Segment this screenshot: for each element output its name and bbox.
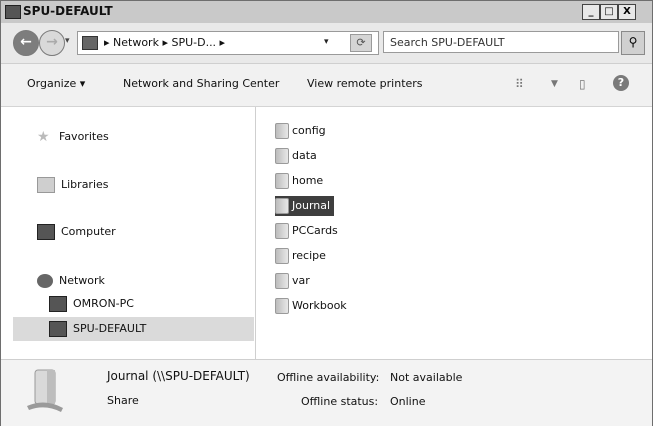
view-remote-printers-button[interactable]: View remote printers [307,77,423,90]
file-name: recipe [292,249,326,262]
offline-status-label: Offline status: [301,395,379,408]
nav-item-spu-default[interactable]: SPU-DEFAULT [49,319,146,339]
nav-item-favorites[interactable]: ★ Favorites [37,127,109,147]
network-computer-icon [82,36,98,50]
list-item[interactable]: recipe [275,246,326,266]
shared-folder-icon [27,369,63,412]
shared-folder-icon [275,273,289,289]
list-item[interactable]: config [275,121,326,141]
network-icon [37,274,53,288]
network-computer-icon [49,296,67,312]
shared-folder-icon [275,248,289,264]
list-item[interactable]: Workbook [275,296,347,316]
network-computer-icon [49,321,67,337]
nav-item-computer[interactable]: Computer [37,222,116,242]
back-button[interactable]: ← [13,30,39,56]
search-button[interactable]: ⚲ [621,31,645,55]
shared-folder-icon [275,173,289,189]
nav-item-libraries[interactable]: Libraries [37,175,109,195]
details-item-name: Journal (\\SPU-DEFAULT) [107,369,250,383]
nav-item-omron-pc[interactable]: OMRON-PC [49,294,134,314]
file-name: config [292,124,326,137]
file-name: PCCards [292,224,338,237]
file-name: Workbook [292,299,347,312]
nav-label: Network [59,274,105,287]
view-grid-icon: ⠿ [515,77,524,91]
offline-availability-label: Offline availability: [277,371,380,384]
preview-pane-icon: ▯ [579,77,586,91]
address-history-dropdown[interactable]: ▾ [324,37,329,47]
back-arrow-icon: ← [20,34,32,50]
details-pane: Journal (\\SPU-DEFAULT) Share Offline av… [1,359,652,426]
list-item[interactable]: PCCards [275,221,338,241]
offline-status-value: Online [390,395,426,408]
file-list: config data home Journal PCCards recipe … [257,107,652,359]
refresh-icon: ⟳ [356,36,366,49]
file-name: home [292,174,324,187]
shared-folder-icon [275,148,289,164]
maximize-button[interactable]: □ [600,4,618,20]
refresh-button[interactable]: ⟳ [350,34,372,52]
file-name: data [292,149,317,162]
nav-label: SPU-DEFAULT [73,322,147,335]
search-input[interactable]: Search SPU-DEFAULT [383,31,619,53]
list-item[interactable]: var [275,271,310,291]
preview-pane-button[interactable]: ▯ [579,77,586,91]
offline-availability-value: Not available [390,371,463,384]
nav-label: Computer [61,225,116,238]
shared-folder-icon [275,223,289,239]
star-icon: ★ [37,129,50,145]
explorer-window: SPU-DEFAULT _ □ X ← → ▾ ▸ Network ▸ SPU-… [0,0,653,426]
nav-label: Favorites [59,130,109,143]
computer-icon [37,224,55,240]
shared-folder-icon [275,198,289,214]
search-icon: ⚲ [628,35,638,49]
details-item-type: Share [107,394,139,407]
help-button[interactable]: ? [613,75,629,91]
nav-label: OMRON-PC [73,297,134,310]
network-computer-icon [5,5,21,19]
help-icon: ? [617,76,625,89]
address-bar: ← → ▾ ▸ Network ▸ SPU-D... ▸ ▾ ⟳ Search … [1,23,652,64]
shared-folder-icon [275,298,289,314]
nav-item-network[interactable]: Network [37,271,105,291]
navigation-pane: ★ Favorites Libraries Computer Network OM… [1,107,256,359]
file-name: Journal [292,199,331,212]
recent-pages-dropdown[interactable]: ▾ [65,36,70,46]
view-options-dropdown[interactable]: ▼ [551,79,558,89]
shared-folder-icon [275,123,289,139]
breadcrumb[interactable]: ▸ Network ▸ SPU-D... ▸ [104,36,225,49]
list-item-selected[interactable]: Journal [275,196,335,216]
list-item[interactable]: data [275,146,317,166]
libraries-icon [37,177,55,193]
forward-arrow-icon: → [46,34,58,50]
forward-button[interactable]: → [39,30,65,56]
close-button[interactable]: X [618,4,636,20]
change-view-button[interactable]: ⠿ [515,77,524,91]
nav-label: Libraries [61,178,109,191]
network-sharing-center-button[interactable]: Network and Sharing Center [123,77,279,90]
file-name: var [292,274,310,287]
title-bar[interactable]: SPU-DEFAULT _ □ X [1,1,652,24]
window-title: SPU-DEFAULT [23,4,113,18]
address-box[interactable]: ▸ Network ▸ SPU-D... ▸ ▾ ⟳ [77,31,379,55]
organize-button[interactable]: Organize ▾ [27,77,85,90]
minimize-button[interactable]: _ [582,4,600,20]
list-item[interactable]: home [275,171,323,191]
command-bar: Organize ▾ Network and Sharing Center Vi… [1,64,652,107]
